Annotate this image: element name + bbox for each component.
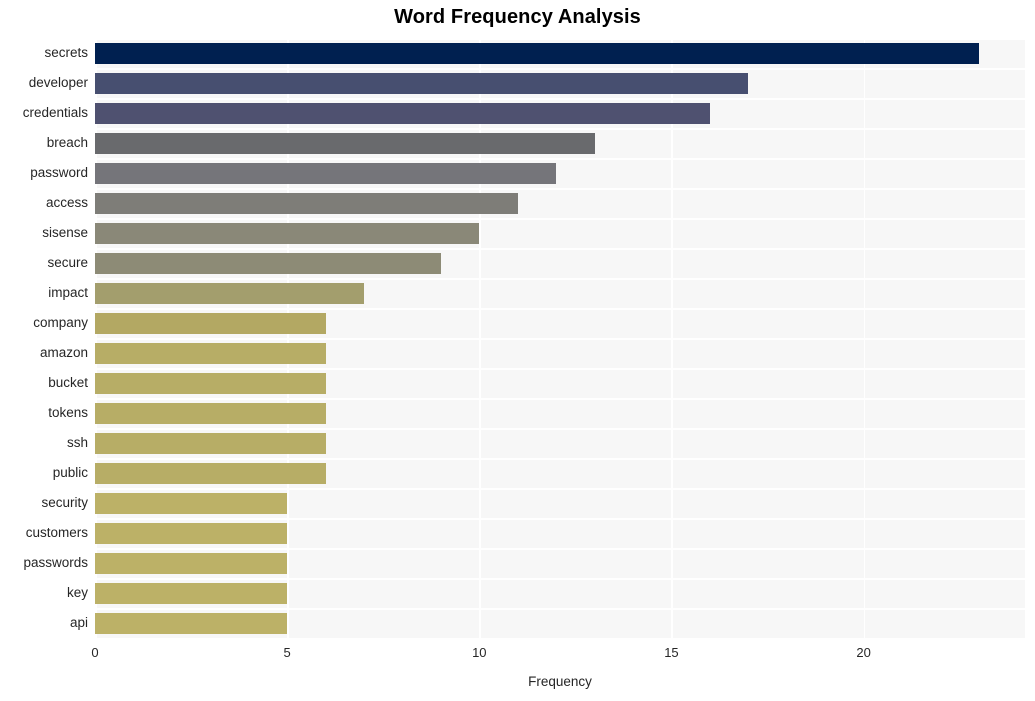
y-tick-label: secure: [47, 255, 88, 270]
y-gridline: [95, 458, 1025, 460]
x-tick-label: 20: [856, 645, 871, 660]
y-gridline: [95, 38, 1025, 40]
y-gridline: [95, 428, 1025, 430]
bar: [95, 462, 326, 484]
bar: [95, 252, 441, 274]
y-tick-label: developer: [28, 75, 88, 90]
bar: [95, 282, 364, 304]
bar: [95, 102, 710, 124]
y-tick-label: company: [33, 315, 88, 330]
bar: [95, 612, 288, 634]
chart-title: Word Frequency Analysis: [394, 6, 641, 28]
y-gridline: [95, 188, 1025, 190]
y-tick-label: credentials: [22, 105, 88, 120]
x-tick-label: 10: [472, 645, 487, 660]
y-tick-label: amazon: [39, 345, 88, 360]
y-tick-label: security: [41, 495, 88, 510]
y-tick-label: public: [52, 465, 88, 480]
bar: [95, 312, 326, 334]
x-tick-label: 5: [283, 645, 291, 660]
y-tick-label: key: [66, 585, 88, 600]
y-gridline: [95, 488, 1025, 490]
y-gridline: [95, 578, 1025, 580]
x-axis-title: Frequency: [528, 674, 592, 689]
y-axis-tick-labels: secrets developer credentials breach passwor…: [0, 38, 88, 638]
y-gridline: [95, 218, 1025, 220]
y-gridline: [95, 248, 1025, 250]
y-gridline: [95, 158, 1025, 160]
y-gridline: [95, 68, 1025, 70]
bar: [95, 42, 979, 64]
bar: [95, 72, 749, 94]
bar: [95, 522, 288, 544]
y-gridline: [95, 278, 1025, 280]
bar: [95, 552, 288, 574]
bar: [95, 582, 288, 604]
plot-area: [95, 38, 1025, 638]
x-tick-label: 15: [664, 645, 679, 660]
y-tick-label: passwords: [23, 555, 88, 570]
y-tick-label: access: [45, 195, 88, 210]
x-axis-tick-labels: 0 5 10 15 20: [0, 645, 1035, 665]
y-gridline: [95, 338, 1025, 340]
y-gridline: [95, 128, 1025, 130]
y-tick-label: tokens: [48, 405, 88, 420]
bar: [95, 132, 595, 154]
x-tick-label: 0: [91, 645, 99, 660]
y-gridline: [95, 608, 1025, 610]
bar: [95, 402, 326, 424]
bar: [95, 492, 288, 514]
y-gridline: [95, 368, 1025, 370]
bar: [95, 222, 480, 244]
y-tick-label: breach: [46, 135, 88, 150]
y-gridline: [95, 518, 1025, 520]
y-tick-label: bucket: [48, 375, 88, 390]
bar: [95, 342, 326, 364]
y-tick-label: sisense: [42, 225, 88, 240]
y-tick-label: secrets: [44, 45, 88, 60]
bar: [95, 192, 518, 214]
y-gridline: [95, 398, 1025, 400]
bar: [95, 432, 326, 454]
y-tick-label: api: [69, 615, 88, 630]
y-tick-label: customers: [25, 525, 88, 540]
y-tick-label: ssh: [66, 435, 88, 450]
y-gridline: [95, 98, 1025, 100]
bar: [95, 372, 326, 394]
bar: [95, 162, 557, 184]
y-gridline: [95, 548, 1025, 550]
y-tick-label: password: [30, 165, 88, 180]
word-frequency-chart: Word Frequency Analysis secrets developer…: [0, 0, 1035, 701]
y-gridline: [95, 308, 1025, 310]
y-tick-label: impact: [48, 285, 88, 300]
